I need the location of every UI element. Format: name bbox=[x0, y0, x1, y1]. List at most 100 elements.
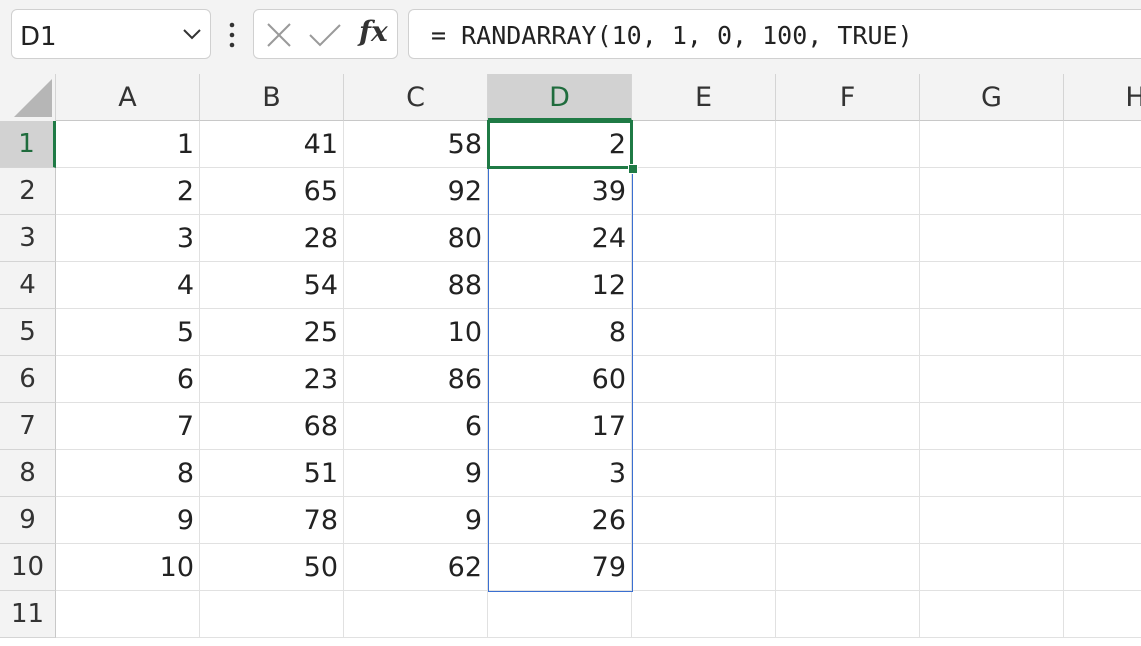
cell-e2[interactable] bbox=[632, 168, 776, 215]
cell-a9[interactable]: 9 bbox=[56, 497, 200, 544]
cell-d9[interactable]: 26 bbox=[488, 497, 632, 544]
cell-e10[interactable] bbox=[632, 544, 776, 591]
cell-g10[interactable] bbox=[920, 544, 1064, 591]
cell-d2[interactable]: 39 bbox=[488, 168, 632, 215]
column-header-e[interactable]: E bbox=[632, 74, 776, 121]
cell-g4[interactable] bbox=[920, 262, 1064, 309]
cell-f1[interactable] bbox=[776, 121, 920, 168]
column-header-c[interactable]: C bbox=[344, 74, 488, 121]
cell-e8[interactable] bbox=[632, 450, 776, 497]
cell-f6[interactable] bbox=[776, 356, 920, 403]
cell-g9[interactable] bbox=[920, 497, 1064, 544]
cell-c2[interactable]: 92 bbox=[344, 168, 488, 215]
row-header-10[interactable]: 10 bbox=[0, 544, 56, 591]
cell-b6[interactable]: 23 bbox=[200, 356, 344, 403]
cell-e5[interactable] bbox=[632, 309, 776, 356]
cell-h6[interactable] bbox=[1064, 356, 1141, 403]
cell-g8[interactable] bbox=[920, 450, 1064, 497]
cell-h8[interactable] bbox=[1064, 450, 1141, 497]
row-header-4[interactable]: 4 bbox=[0, 262, 56, 309]
cell-a11[interactable] bbox=[56, 591, 200, 638]
cell-f2[interactable] bbox=[776, 168, 920, 215]
cell-b7[interactable]: 68 bbox=[200, 403, 344, 450]
cell-b9[interactable]: 78 bbox=[200, 497, 344, 544]
cell-b2[interactable]: 65 bbox=[200, 168, 344, 215]
cell-h10[interactable] bbox=[1064, 544, 1141, 591]
row-header-1[interactable]: 1 bbox=[0, 121, 56, 168]
chevron-down-icon[interactable] bbox=[182, 27, 202, 41]
row-header-9[interactable]: 9 bbox=[0, 497, 56, 544]
row-header-7[interactable]: 7 bbox=[0, 403, 56, 450]
cell-h9[interactable] bbox=[1064, 497, 1141, 544]
x-icon[interactable] bbox=[266, 22, 292, 48]
cell-d6[interactable]: 60 bbox=[488, 356, 632, 403]
row-header-8[interactable]: 8 bbox=[0, 450, 56, 497]
row-header-6[interactable]: 6 bbox=[0, 356, 56, 403]
cell-d11[interactable] bbox=[488, 591, 632, 638]
cell-c4[interactable]: 88 bbox=[344, 262, 488, 309]
cell-h5[interactable] bbox=[1064, 309, 1141, 356]
cell-c7[interactable]: 6 bbox=[344, 403, 488, 450]
cell-d10[interactable]: 79 bbox=[488, 544, 632, 591]
cell-h3[interactable] bbox=[1064, 215, 1141, 262]
cell-a6[interactable]: 6 bbox=[56, 356, 200, 403]
cell-e11[interactable] bbox=[632, 591, 776, 638]
cell-h11[interactable] bbox=[1064, 591, 1141, 638]
cell-a2[interactable]: 2 bbox=[56, 168, 200, 215]
cell-g11[interactable] bbox=[920, 591, 1064, 638]
cell-a7[interactable]: 7 bbox=[56, 403, 200, 450]
row-header-11[interactable]: 11 bbox=[0, 591, 56, 638]
select-all-button[interactable] bbox=[0, 74, 56, 121]
cell-f8[interactable] bbox=[776, 450, 920, 497]
cell-e6[interactable] bbox=[632, 356, 776, 403]
cell-f7[interactable] bbox=[776, 403, 920, 450]
column-header-f[interactable]: F bbox=[776, 74, 920, 121]
formula-input[interactable]: = RANDARRAY(10, 1, 0, 100, TRUE) bbox=[408, 9, 1141, 59]
cell-a5[interactable]: 5 bbox=[56, 309, 200, 356]
row-header-2[interactable]: 2 bbox=[0, 168, 56, 215]
cell-f4[interactable] bbox=[776, 262, 920, 309]
cell-f10[interactable] bbox=[776, 544, 920, 591]
cell-c9[interactable]: 9 bbox=[344, 497, 488, 544]
cell-g1[interactable] bbox=[920, 121, 1064, 168]
cell-h7[interactable] bbox=[1064, 403, 1141, 450]
row-header-5[interactable]: 5 bbox=[0, 309, 56, 356]
column-header-g[interactable]: G bbox=[920, 74, 1064, 121]
cell-b1[interactable]: 41 bbox=[200, 121, 344, 168]
cell-c6[interactable]: 86 bbox=[344, 356, 488, 403]
cell-e9[interactable] bbox=[632, 497, 776, 544]
column-header-b[interactable]: B bbox=[200, 74, 344, 121]
cell-d5[interactable]: 8 bbox=[488, 309, 632, 356]
row-header-3[interactable]: 3 bbox=[0, 215, 56, 262]
cell-e1[interactable] bbox=[632, 121, 776, 168]
cell-g6[interactable] bbox=[920, 356, 1064, 403]
column-header-h[interactable]: H bbox=[1064, 74, 1141, 121]
check-icon[interactable] bbox=[308, 22, 342, 48]
cell-d8[interactable]: 3 bbox=[488, 450, 632, 497]
cell-h4[interactable] bbox=[1064, 262, 1141, 309]
cell-a10[interactable]: 10 bbox=[56, 544, 200, 591]
cell-c8[interactable]: 9 bbox=[344, 450, 488, 497]
column-header-a[interactable]: A bbox=[56, 74, 200, 121]
cell-b11[interactable] bbox=[200, 591, 344, 638]
cell-g3[interactable] bbox=[920, 215, 1064, 262]
cell-d1[interactable]: 2 bbox=[488, 121, 632, 168]
cell-c3[interactable]: 80 bbox=[344, 215, 488, 262]
cell-g2[interactable] bbox=[920, 168, 1064, 215]
cell-f5[interactable] bbox=[776, 309, 920, 356]
cell-b3[interactable]: 28 bbox=[200, 215, 344, 262]
cell-c5[interactable]: 10 bbox=[344, 309, 488, 356]
cell-b10[interactable]: 50 bbox=[200, 544, 344, 591]
cell-f11[interactable] bbox=[776, 591, 920, 638]
cell-a4[interactable]: 4 bbox=[56, 262, 200, 309]
cell-c1[interactable]: 58 bbox=[344, 121, 488, 168]
cell-c11[interactable] bbox=[344, 591, 488, 638]
cell-e4[interactable] bbox=[632, 262, 776, 309]
cell-c10[interactable]: 62 bbox=[344, 544, 488, 591]
cell-a8[interactable]: 8 bbox=[56, 450, 200, 497]
cell-d4[interactable]: 12 bbox=[488, 262, 632, 309]
cell-h2[interactable] bbox=[1064, 168, 1141, 215]
cell-d3[interactable]: 24 bbox=[488, 215, 632, 262]
name-box[interactable]: D1 bbox=[11, 9, 211, 59]
cell-a1[interactable]: 1 bbox=[56, 121, 200, 168]
